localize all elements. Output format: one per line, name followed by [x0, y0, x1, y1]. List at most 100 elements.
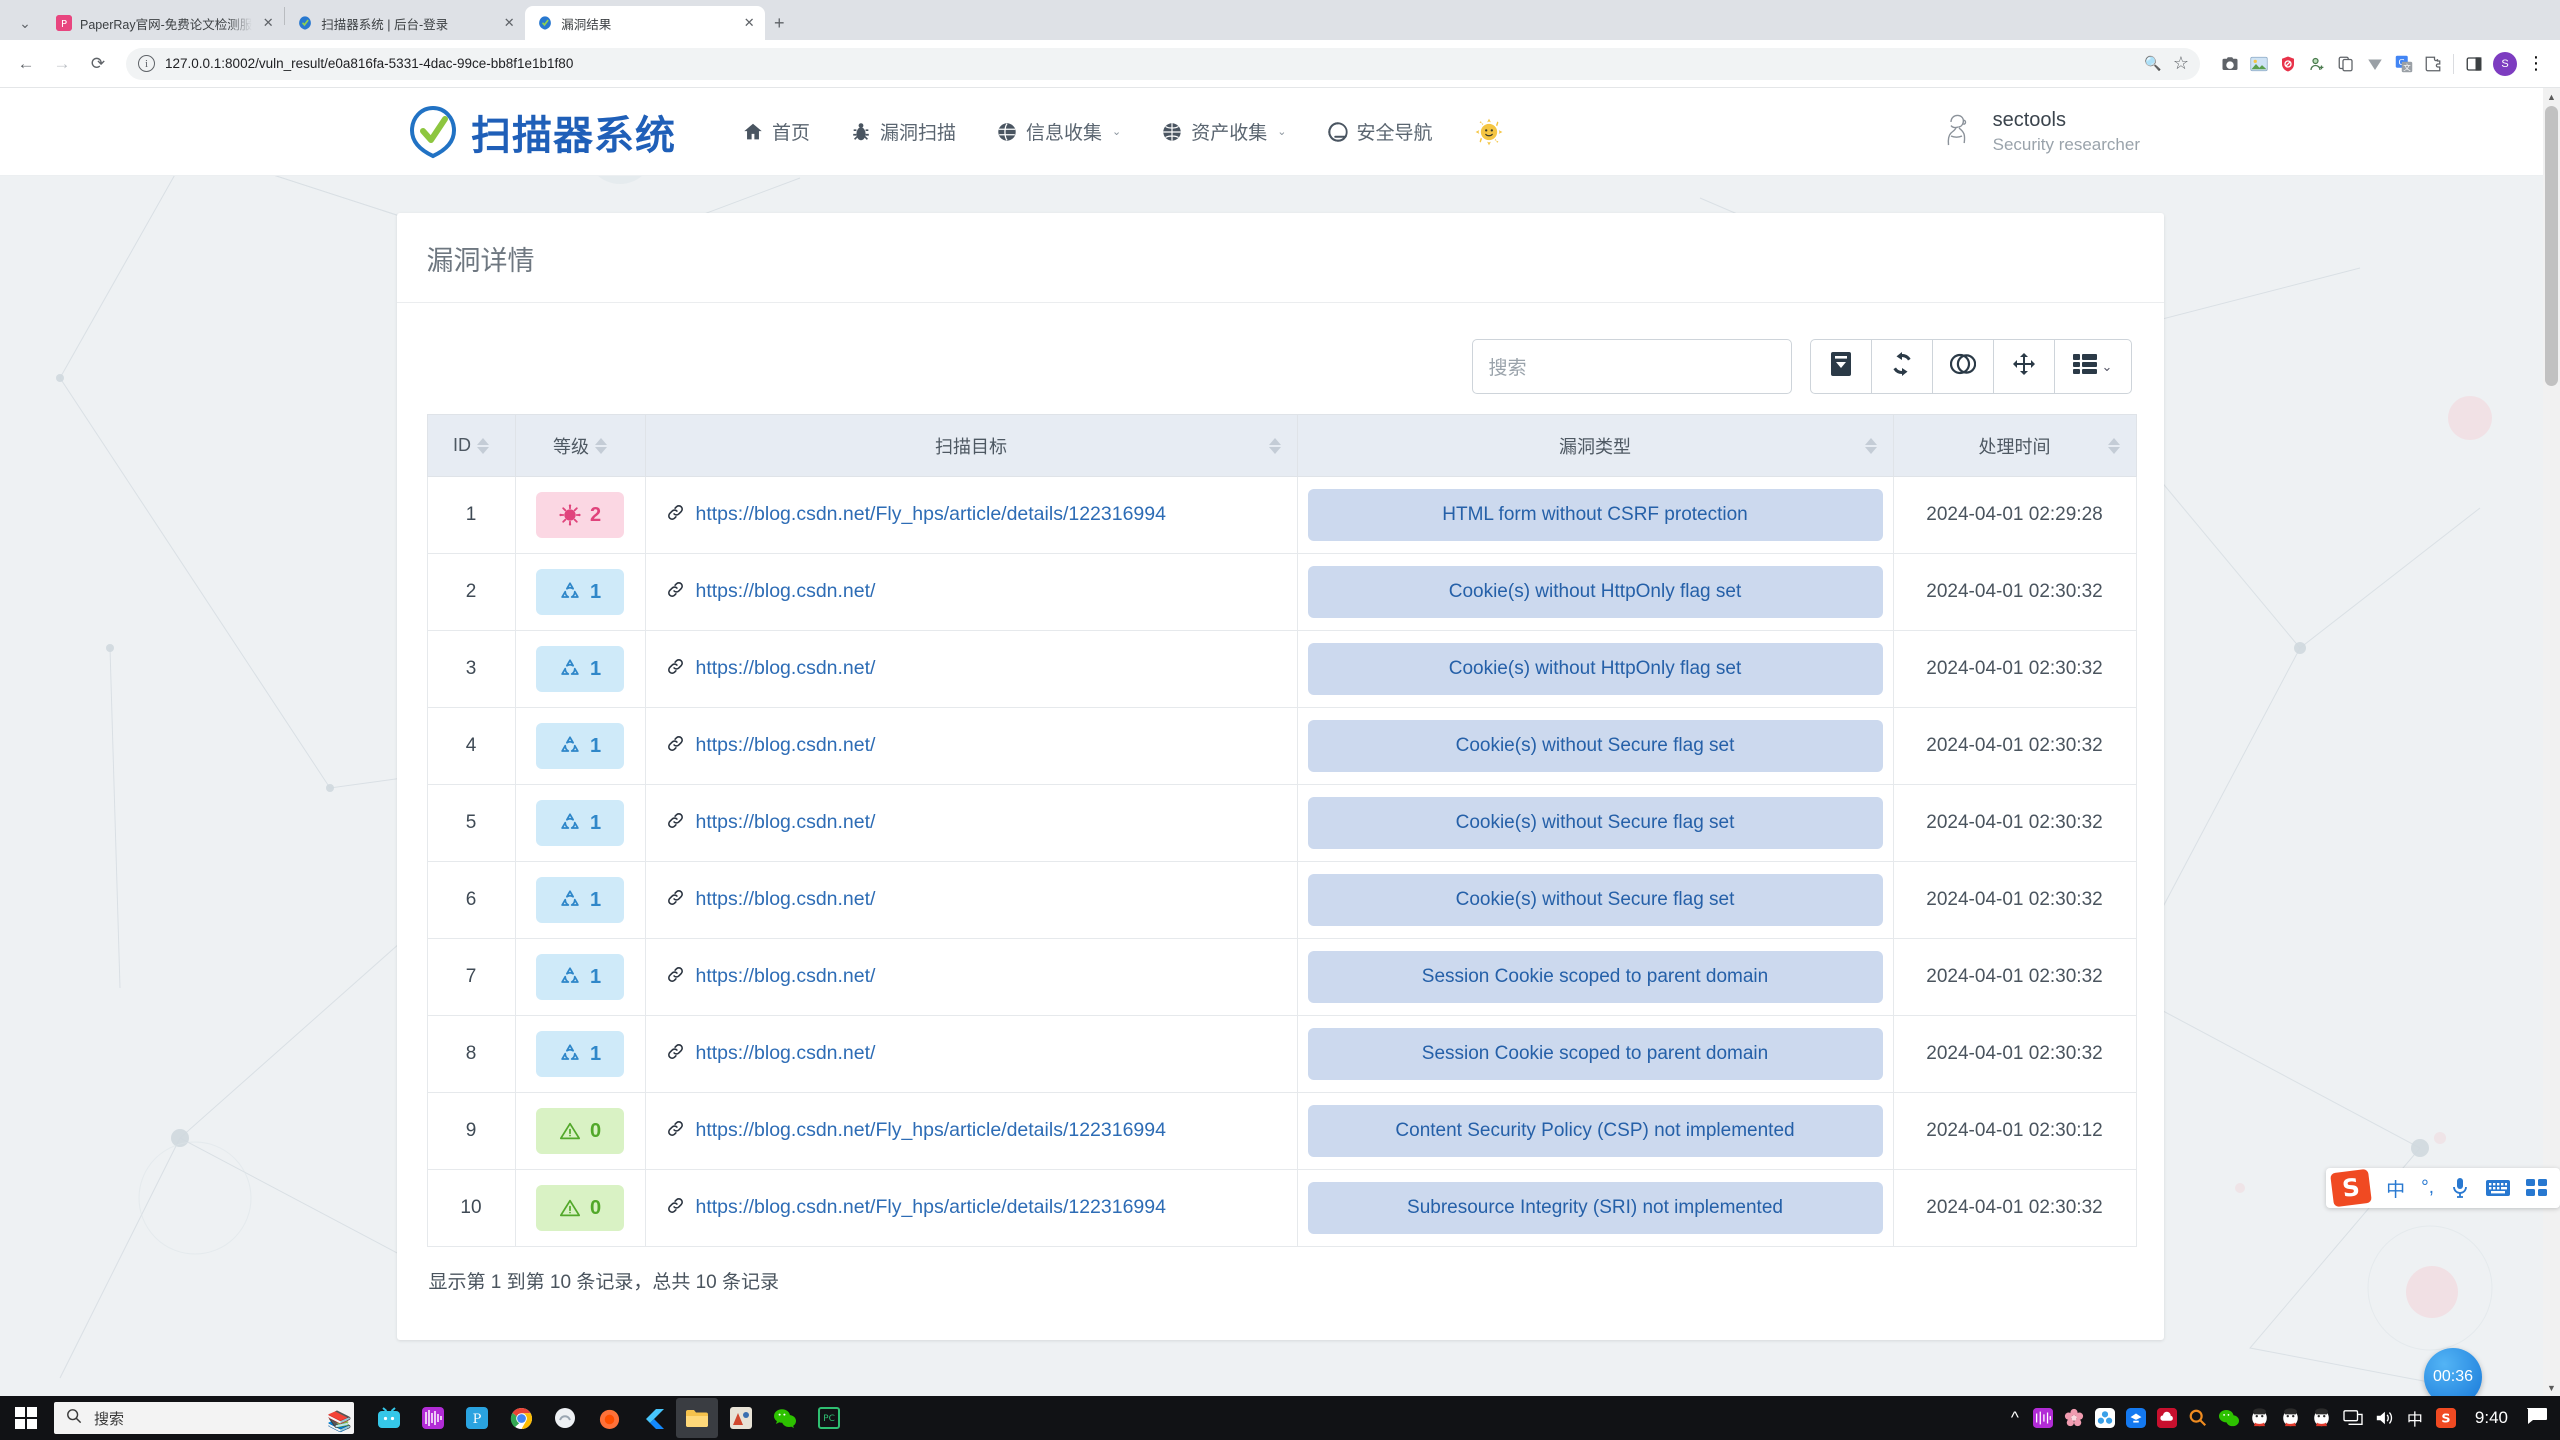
- table-row[interactable]: 7 1 https://blog.csdn.net/Session Cookie s…: [426, 938, 2137, 1016]
- bookmark-star-icon[interactable]: ☆: [2168, 51, 2194, 77]
- vuln-type-badge[interactable]: Content Security Policy (CSP) not implem…: [1307, 1105, 1883, 1157]
- scroll-up-icon[interactable]: ▲: [2543, 88, 2560, 105]
- target-link[interactable]: https://blog.csdn.net/: [666, 734, 875, 758]
- vuln-type-badge[interactable]: Cookie(s) without Secure flag set: [1307, 720, 1883, 772]
- target-link[interactable]: https://blog.csdn.net/: [666, 657, 875, 681]
- netease-icon[interactable]: [2032, 1408, 2054, 1428]
- sort-icon[interactable]: [477, 437, 489, 454]
- flower-icon[interactable]: [2063, 1408, 2085, 1428]
- volume-icon[interactable]: [2373, 1409, 2395, 1427]
- vuln-type-badge[interactable]: Cookie(s) without Secure flag set: [1307, 797, 1883, 849]
- table-row[interactable]: 5 1 https://blog.csdn.net/Cookie(s) withou…: [426, 784, 2137, 862]
- close-icon[interactable]: ✕: [741, 15, 757, 31]
- fullscreen-button[interactable]: [1992, 339, 2055, 394]
- info-circle-icon[interactable]: i: [138, 55, 155, 72]
- browser-tab-2[interactable]: 扫描器系统 | 后台-登录 ✕: [285, 6, 525, 40]
- target-link[interactable]: https://blog.csdn.net/: [666, 1042, 875, 1066]
- target-link[interactable]: https://blog.csdn.net/Fly_hps/article/de…: [666, 1196, 1166, 1220]
- sort-icon[interactable]: [2107, 437, 2120, 454]
- target-link[interactable]: https://blog.csdn.net/: [666, 580, 875, 604]
- browser-menu-icon[interactable]: ⋮: [2522, 50, 2550, 78]
- scroll-down-icon[interactable]: ▼: [2543, 1379, 2560, 1396]
- display-icon[interactable]: [2342, 1409, 2364, 1427]
- app-red-icon[interactable]: [720, 1398, 762, 1438]
- vuln-type-badge[interactable]: Session Cookie scoped to parent domain: [1307, 1028, 1883, 1080]
- tim-icon[interactable]: [2125, 1408, 2147, 1428]
- target-link[interactable]: https://blog.csdn.net/Fly_hps/article/de…: [666, 1119, 1166, 1143]
- browser-tab-1[interactable]: P PaperRay官网-免费论文检测服 ✕: [44, 6, 284, 40]
- vuln-type-badge[interactable]: Cookie(s) without HttpOnly flag set: [1307, 643, 1883, 695]
- sort-icon[interactable]: [595, 437, 607, 454]
- mic-icon[interactable]: [2450, 1177, 2470, 1199]
- netease-music-icon[interactable]: [412, 1398, 454, 1438]
- export-button[interactable]: [1809, 339, 1872, 394]
- windows-logo-icon[interactable]: [0, 1396, 52, 1440]
- taskbar-search[interactable]: 搜索 📚: [54, 1402, 354, 1434]
- vuln-type-badge[interactable]: Cookie(s) without Secure flag set: [1307, 874, 1883, 926]
- ime-cn-icon[interactable]: 中: [2404, 1406, 2426, 1430]
- new-tab-button[interactable]: +: [765, 9, 793, 37]
- search-input[interactable]: 搜索: [1471, 339, 1792, 394]
- forward-icon[interactable]: →: [46, 48, 78, 80]
- tab-search-icon[interactable]: ⌄: [6, 6, 44, 40]
- column-header-time[interactable]: 处理时间: [1892, 414, 2137, 477]
- zoom-icon[interactable]: 🔍: [2140, 51, 2166, 77]
- target-link[interactable]: https://blog.csdn.net/: [666, 965, 875, 989]
- tray-overflow-icon[interactable]: ^: [2004, 1408, 2026, 1428]
- nav-item-home[interactable]: 首页: [722, 110, 830, 153]
- nav-item-info-gather[interactable]: 信息收集 ⌄: [976, 110, 1141, 153]
- target-link[interactable]: https://blog.csdn.net/: [666, 888, 875, 912]
- nav-item-security-nav[interactable]: 安全导航: [1307, 110, 1453, 153]
- qq-icon[interactable]: [2311, 1408, 2333, 1428]
- table-row[interactable]: 6 1 https://blog.csdn.net/Cookie(s) withou…: [426, 861, 2137, 939]
- bilibili-icon[interactable]: [368, 1398, 410, 1438]
- toggle-view-button[interactable]: [1931, 339, 1994, 394]
- file-explorer-icon[interactable]: [676, 1398, 718, 1438]
- sort-icon[interactable]: [1864, 437, 1877, 454]
- notification-icon[interactable]: [2526, 1407, 2554, 1430]
- sogou-ime-toolbar[interactable]: S 中 °,: [2326, 1168, 2560, 1208]
- blue-circles-icon[interactable]: [2094, 1408, 2116, 1428]
- sun-emoji-icon[interactable]: [1475, 118, 1503, 146]
- vuln-type-badge[interactable]: HTML form without CSRF protection: [1307, 489, 1883, 541]
- table-row[interactable]: 1 2 https://blog.csdn.net/Fly_hps/article/…: [426, 476, 2137, 554]
- table-row[interactable]: 2 1 https://blog.csdn.net/Cookie(s) withou…: [426, 553, 2137, 631]
- sogou-icon[interactable]: S: [2435, 1408, 2457, 1428]
- column-header-target[interactable]: 扫描目标: [644, 414, 1298, 477]
- columns-button[interactable]: ⌄: [2053, 339, 2132, 394]
- table-row[interactable]: 9 0 https://blog.csdn.net/Fly_hps/article/…: [426, 1092, 2137, 1170]
- extensions-puzzle-icon[interactable]: [2419, 50, 2447, 78]
- address-bar[interactable]: i 127.0.0.1:8002/vuln_result/e0a816fa-53…: [126, 47, 2200, 80]
- ime-punctuation-icon[interactable]: °,: [2421, 1177, 2434, 1199]
- back-icon[interactable]: ←: [10, 48, 42, 80]
- camera-icon[interactable]: [2216, 50, 2244, 78]
- pdf-icon[interactable]: P: [456, 1398, 498, 1438]
- wechat-icon[interactable]: [764, 1398, 806, 1438]
- person-add-icon[interactable]: [2303, 50, 2331, 78]
- scrollbar-thumb[interactable]: [2545, 106, 2558, 386]
- sogou-icon[interactable]: S: [2330, 1168, 2373, 1208]
- timer-badge[interactable]: 00:36: [2424, 1348, 2482, 1396]
- table-row[interactable]: 4 1 https://blog.csdn.net/Cookie(s) withou…: [426, 707, 2137, 785]
- brand[interactable]: 扫描器系统: [405, 103, 676, 161]
- image-icon[interactable]: [2245, 50, 2273, 78]
- browser-tab-3-active[interactable]: 漏洞结果 ✕: [525, 6, 766, 40]
- sidepanel-icon[interactable]: [2460, 50, 2488, 78]
- vuln-type-badge[interactable]: Subresource Integrity (SRI) not implemen…: [1307, 1182, 1883, 1234]
- apps-grid-icon[interactable]: [2526, 1178, 2548, 1198]
- taskbar-clock[interactable]: 9:40: [2463, 1408, 2520, 1428]
- v-icon[interactable]: [2361, 50, 2389, 78]
- sort-icon[interactable]: [1268, 437, 1281, 454]
- vuln-type-badge[interactable]: Cookie(s) without HttpOnly flag set: [1307, 566, 1883, 618]
- user-profile[interactable]: sectools Security researcher: [1939, 107, 2140, 157]
- firefox-icon[interactable]: [588, 1398, 630, 1438]
- refresh-button[interactable]: [1870, 339, 1933, 394]
- nav-item-vuln-scan[interactable]: 漏洞扫描: [830, 110, 976, 153]
- vuln-type-badge[interactable]: Session Cookie scoped to parent domain: [1307, 951, 1883, 1003]
- table-row[interactable]: 8 1 https://blog.csdn.net/Session Cookie s…: [426, 1015, 2137, 1093]
- chrome-icon[interactable]: [500, 1398, 542, 1438]
- qq-icon[interactable]: [2280, 1408, 2302, 1428]
- translate-icon[interactable]: G文: [2390, 50, 2418, 78]
- ime-mode-cn[interactable]: 中: [2386, 1175, 2405, 1202]
- table-row[interactable]: 3 1 https://blog.csdn.net/Cookie(s) withou…: [426, 630, 2137, 708]
